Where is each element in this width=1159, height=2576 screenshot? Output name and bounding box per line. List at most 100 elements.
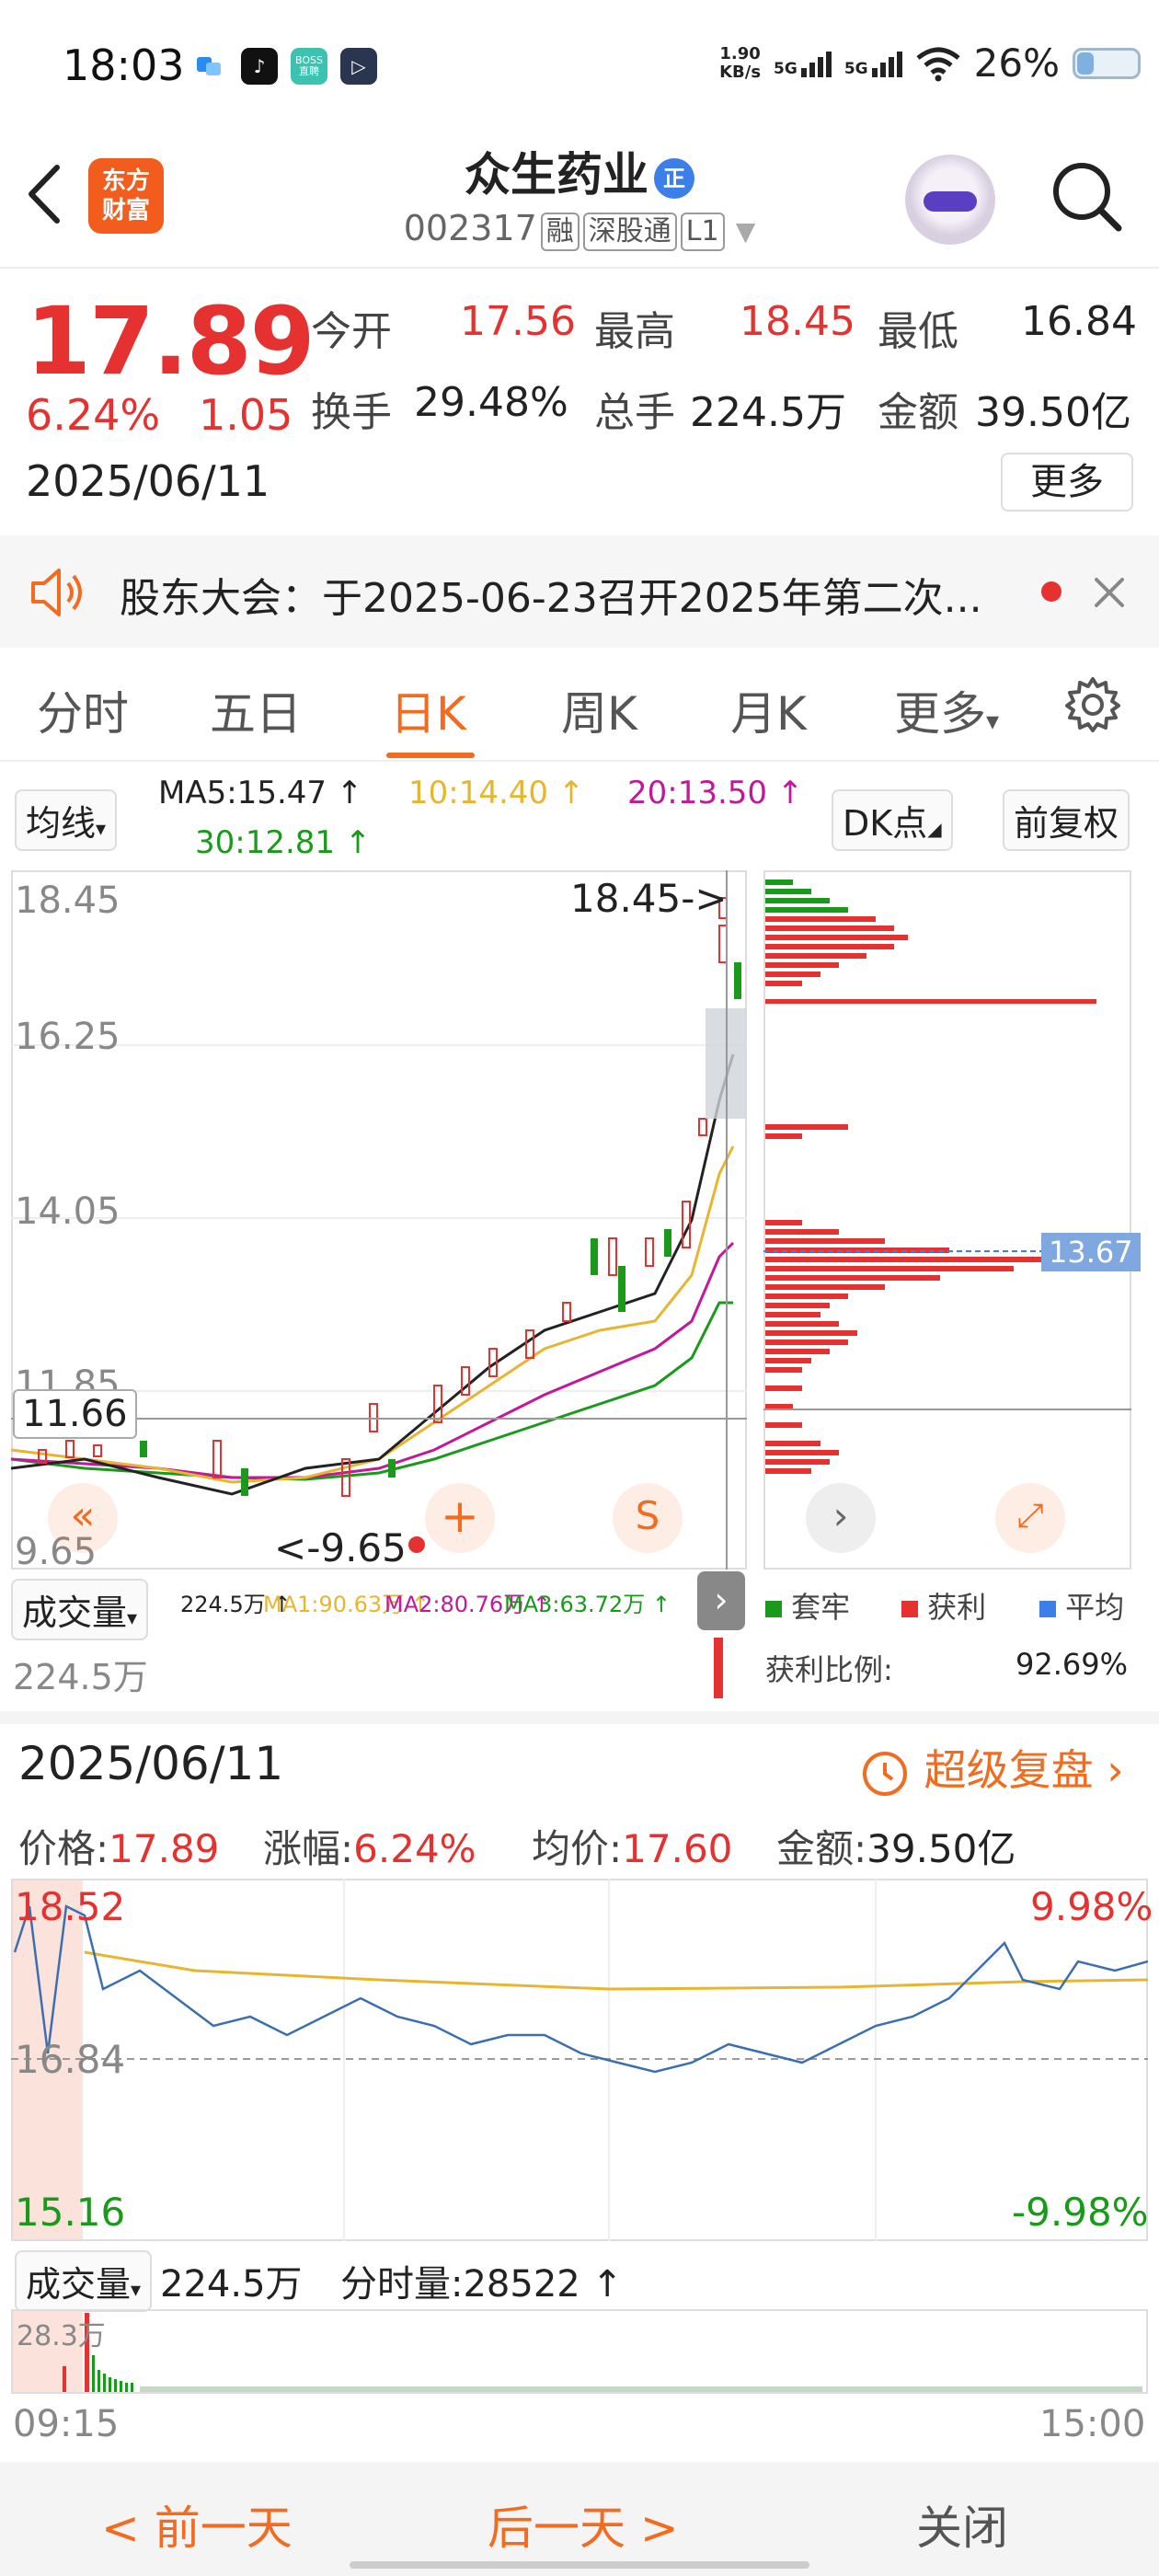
turnover-label: 换手 bbox=[311, 389, 392, 436]
time-start: 09:15 bbox=[13, 2403, 120, 2445]
vol-ma3: MA3:63.72万 ↑ bbox=[504, 1592, 671, 1617]
y-label-top: 18.45 bbox=[15, 880, 120, 922]
battery-percent: 26% bbox=[973, 40, 1060, 86]
boss-icon: BOSS直聘 bbox=[291, 48, 327, 85]
volume-value: 224.5万 bbox=[690, 389, 846, 436]
legend-average: 平均 bbox=[1039, 1584, 1124, 1627]
volume-bar bbox=[714, 1638, 723, 1698]
intraday-price: 价格:17.89 bbox=[18, 1826, 220, 1871]
bubble-app-icon bbox=[191, 48, 228, 85]
assistant-robot-icon[interactable] bbox=[905, 155, 995, 245]
divider bbox=[0, 760, 1159, 762]
crosshair-price: 11.66 bbox=[13, 1389, 137, 1439]
zheng-badge-icon: 正 bbox=[654, 157, 694, 199]
tab-monthly-k[interactable]: 月K bbox=[730, 677, 807, 743]
chip-distribution-chart bbox=[763, 880, 1131, 1474]
zoom-in-button[interactable]: + bbox=[425, 1483, 495, 1553]
amount-value: 39.50亿 bbox=[975, 389, 1131, 436]
search-icon[interactable] bbox=[1049, 158, 1124, 234]
history-clock-icon bbox=[863, 1751, 907, 1796]
low-marker: <-9.65 bbox=[274, 1525, 407, 1570]
y-label-2: 16.25 bbox=[15, 1016, 120, 1058]
wifi-icon bbox=[916, 47, 960, 81]
tab-weekly-k[interactable]: 周K bbox=[561, 677, 637, 743]
ma-select[interactable]: 均线▾ bbox=[15, 789, 118, 851]
y-label-3: 14.05 bbox=[15, 1190, 120, 1233]
turnover-value: 29.48% bbox=[414, 379, 568, 426]
tab-intraday[interactable]: 分时 bbox=[37, 677, 129, 743]
quote-date: 2025/06/11 bbox=[26, 456, 270, 506]
ma5-value: MA5:15.47 ↑ bbox=[158, 775, 363, 811]
intraday-volume-select[interactable]: 成交量▾ bbox=[15, 2250, 153, 2312]
previous-day-button[interactable]: < 前一天 bbox=[101, 2491, 293, 2558]
intraday-y-bottom: 15.16 bbox=[15, 2190, 126, 2235]
signal-1: 5G bbox=[774, 50, 832, 77]
dk-point-select[interactable]: DK点◢ bbox=[832, 789, 953, 851]
change-percent: 6.24% bbox=[26, 390, 161, 440]
profit-ratio-value: 92.69% bbox=[1016, 1647, 1129, 1682]
low-value: 16.84 bbox=[1021, 298, 1137, 345]
change-amount: 1.05 bbox=[199, 390, 293, 440]
scroll-left-button[interactable]: « bbox=[48, 1483, 118, 1553]
ma20-value: 20:13.50 ↑ bbox=[627, 775, 804, 811]
adjust-select[interactable]: 前复权 bbox=[1003, 789, 1130, 851]
high-marker: 18.45-> bbox=[570, 876, 728, 921]
intraday-pct-bottom: -9.98% bbox=[1012, 2190, 1149, 2235]
divider bbox=[0, 267, 1159, 269]
low-label: 最低 bbox=[878, 308, 958, 355]
volume-label: 总手 bbox=[594, 389, 675, 436]
dropdown-arrow-icon: ▾ bbox=[986, 706, 1000, 736]
open-value: 17.56 bbox=[460, 298, 576, 345]
volume-select[interactable]: 成交量▾ bbox=[11, 1579, 149, 1640]
open-label: 今开 bbox=[311, 308, 392, 355]
intraday-y-top: 18.52 bbox=[15, 1884, 126, 1929]
chip-next-button[interactable]: › bbox=[806, 1483, 876, 1553]
home-indicator[interactable] bbox=[350, 2561, 809, 2569]
kline-vol-axis: 224.5万 bbox=[13, 1657, 148, 1697]
gear-icon[interactable] bbox=[1063, 675, 1122, 734]
high-value: 18.45 bbox=[740, 298, 855, 345]
intraday-pct-top: 9.98% bbox=[1030, 1884, 1153, 1929]
intraday-volume-value: 224.5万 bbox=[160, 2263, 303, 2306]
legend-trapped: 套牢 bbox=[765, 1584, 850, 1627]
tiktok-icon: ♪ bbox=[241, 48, 278, 85]
next-day-button[interactable]: 后一天 > bbox=[488, 2491, 679, 2558]
ma30-value: 30:12.81 ↑ bbox=[195, 824, 372, 861]
intraday-volume-axis: 28.3万 bbox=[17, 2320, 106, 2352]
intraday-amount: 金额:39.50亿 bbox=[776, 1826, 1016, 1871]
tab-more[interactable]: 更多▾ bbox=[894, 677, 999, 743]
intraday-avg: 均价:17.60 bbox=[532, 1826, 733, 1871]
signal-s-button[interactable]: S bbox=[613, 1483, 683, 1553]
notice-text[interactable]: 股东大会：于2025-06-23召开2025年第二次... bbox=[120, 565, 982, 624]
kline-chart[interactable] bbox=[11, 870, 747, 1570]
expand-right-icon[interactable]: › bbox=[697, 1571, 745, 1630]
status-time: 18:03 bbox=[63, 40, 185, 90]
tab-daily-k[interactable]: 日K bbox=[390, 677, 466, 743]
intraday-date: 2025/06/11 bbox=[18, 1737, 284, 1790]
legend-profit: 获利 bbox=[901, 1584, 986, 1627]
close-icon[interactable] bbox=[1091, 574, 1128, 611]
notification-app-icons: ♪ BOSS直聘 ▷ bbox=[191, 48, 377, 85]
intraday-chart[interactable] bbox=[11, 1879, 1148, 2241]
active-tab-indicator bbox=[386, 753, 475, 758]
close-button[interactable]: 关闭 bbox=[916, 2491, 1008, 2558]
time-end: 15:00 bbox=[1039, 2403, 1146, 2445]
intraday-volume-chart bbox=[13, 2311, 1142, 2392]
intraday-y-mid: 16.84 bbox=[15, 2037, 126, 2082]
last-price: 17.89 bbox=[26, 287, 316, 397]
low-dot bbox=[408, 1536, 425, 1553]
status-right: 1.90 KB/s 5G 5G 26% bbox=[719, 40, 1141, 86]
high-label: 最高 bbox=[594, 308, 675, 355]
intraday-pct: 涨幅:6.24% bbox=[263, 1826, 476, 1871]
more-quote-button[interactable]: 更多 bbox=[1001, 453, 1133, 512]
speaker-icon bbox=[31, 569, 82, 616]
tab-five-day[interactable]: 五日 bbox=[210, 677, 302, 743]
battery-icon bbox=[1073, 47, 1141, 79]
super-replay-button[interactable]: 超级复盘 › bbox=[859, 1737, 1124, 1800]
tick-volume: 分时量:28522 ↑ bbox=[340, 2263, 623, 2306]
expand-icon[interactable]: ⤢ bbox=[995, 1483, 1065, 1553]
unread-dot bbox=[1041, 581, 1061, 602]
profit-ratio-label: 获利比例: bbox=[765, 1652, 893, 1687]
signal-2: 5G bbox=[844, 50, 902, 77]
amount-label: 金额 bbox=[878, 389, 958, 436]
